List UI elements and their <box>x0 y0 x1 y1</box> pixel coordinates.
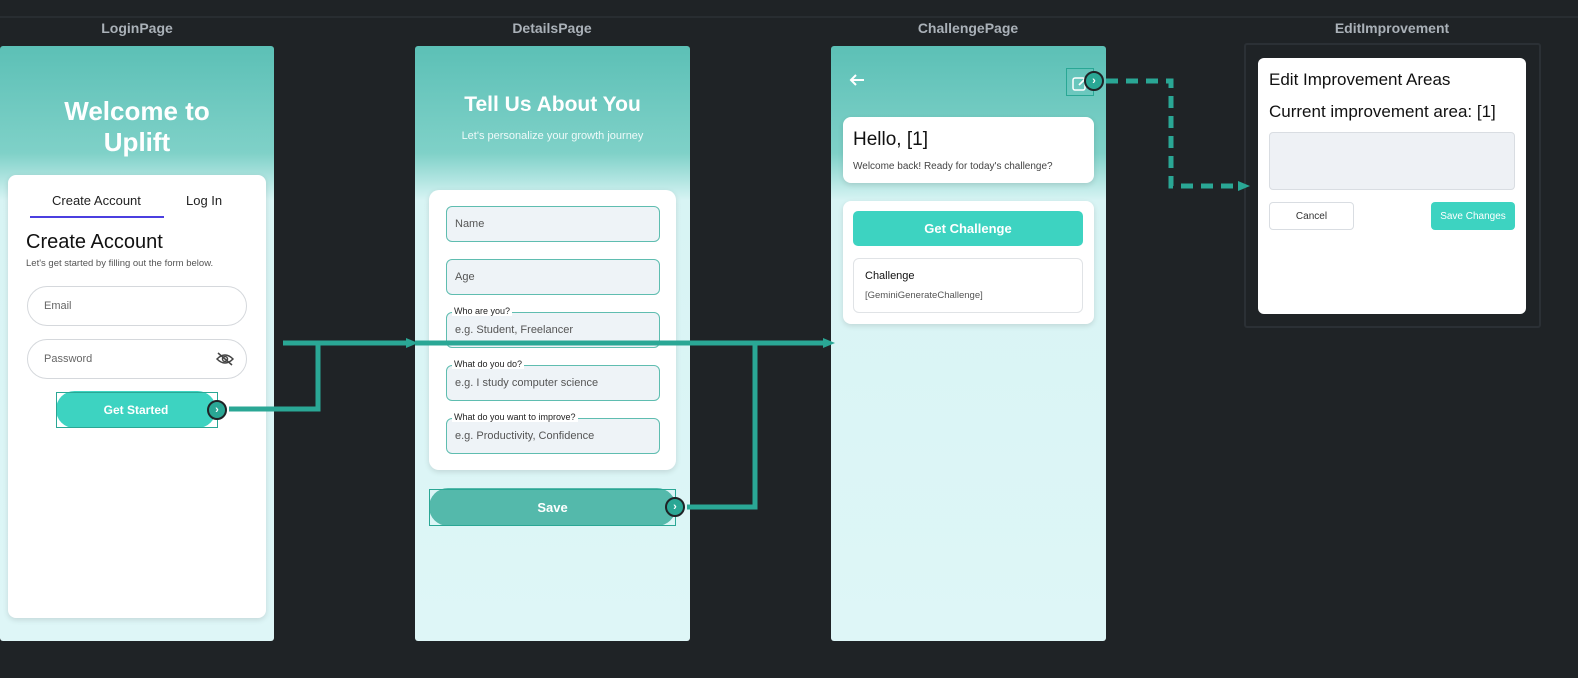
arrowhead-edit <box>1238 181 1250 191</box>
wire-edit-dashed <box>1106 78 1242 189</box>
wire-login-to-details <box>229 340 410 412</box>
flow-connectors <box>229 78 1250 510</box>
arrowhead-details <box>406 338 418 348</box>
arrowhead-challenge <box>823 338 835 348</box>
wire-save-to-challenge <box>687 343 758 510</box>
